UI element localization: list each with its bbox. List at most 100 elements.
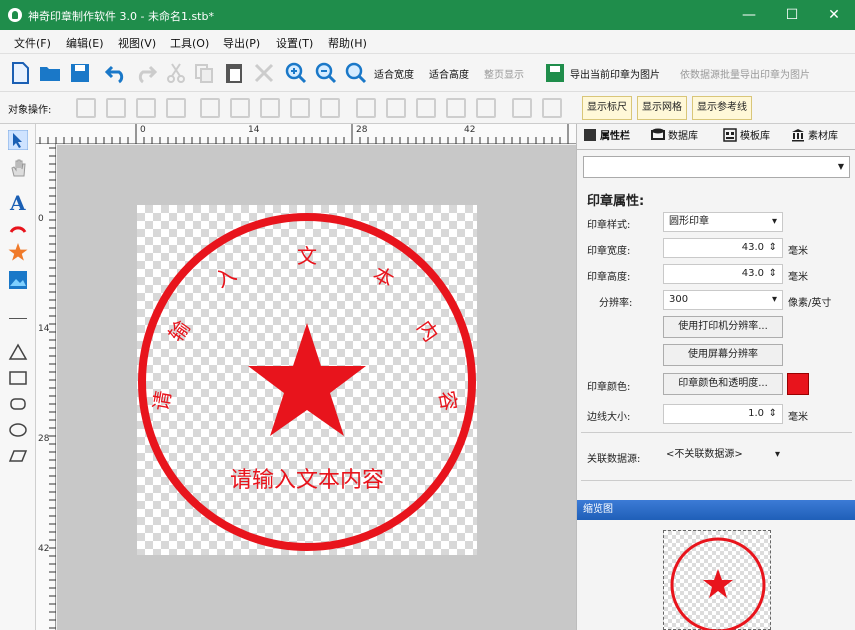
fit-height-button[interactable]: 适合高度 — [429, 66, 469, 81]
tab-materials[interactable]: 素材库 — [791, 127, 838, 147]
ruler-v-label: 28 — [38, 434, 50, 444]
show-guides-toggle[interactable]: 显示参考线 — [692, 96, 752, 120]
ruler-h-label: 0 — [140, 125, 146, 135]
triangle-tool-icon[interactable] — [8, 342, 28, 362]
star-tool-icon[interactable] — [8, 242, 28, 262]
thumbnail-preview — [663, 530, 771, 630]
align-center-icon[interactable] — [230, 98, 250, 118]
ruler-h-label: 14 — [248, 125, 260, 135]
bring-front-icon[interactable] — [136, 98, 156, 118]
center-v-icon[interactable] — [542, 98, 562, 118]
same-width-icon[interactable] — [446, 98, 466, 118]
export-image-icon[interactable] — [543, 61, 567, 85]
fit-width-button[interactable]: 适合宽度 — [374, 66, 414, 81]
copy-icon[interactable] — [192, 61, 216, 85]
text-tool-icon[interactable]: A — [8, 192, 28, 212]
height-input[interactable]: 43.0 ⇕ — [663, 264, 783, 284]
chevron-down-icon: ▾ — [774, 449, 780, 460]
menu-view[interactable]: 视图(V) — [118, 35, 156, 51]
full-page-button[interactable]: 整页显示 — [484, 66, 524, 81]
center-h-icon[interactable] — [512, 98, 532, 118]
distribute-h-icon[interactable] — [386, 98, 406, 118]
menu-export[interactable]: 导出(P) — [223, 35, 260, 51]
maximize-button[interactable]: ☐ — [771, 0, 813, 30]
undo-icon[interactable] — [104, 61, 128, 85]
menu-file[interactable]: 文件(F) — [14, 35, 51, 51]
height-value: 43.0 — [741, 268, 764, 279]
object-selector[interactable]: ▼ — [583, 156, 850, 178]
new-file-icon[interactable] — [8, 61, 32, 85]
send-back-icon[interactable] — [166, 98, 186, 118]
save-icon[interactable] — [68, 61, 92, 85]
menu-edit[interactable]: 编辑(E) — [66, 35, 104, 51]
redo-icon[interactable] — [134, 61, 158, 85]
delete-icon[interactable] — [252, 61, 276, 85]
datasource-value: <不关联数据源> — [666, 449, 743, 460]
ruler-v-label: 14 — [38, 324, 50, 334]
style-label: 印章样式: — [587, 220, 631, 231]
align-bottom-icon[interactable] — [356, 98, 376, 118]
menu-tools[interactable]: 工具(O) — [170, 35, 209, 51]
stamp-star-icon[interactable] — [248, 323, 366, 436]
menu-help[interactable]: 帮助(H) — [328, 35, 367, 51]
ellipse-tool-icon[interactable] — [8, 420, 28, 440]
spinner-icon[interactable]: ⇕ — [769, 265, 777, 283]
chevron-down-icon: ▾ — [771, 216, 777, 227]
export-image-button[interactable]: 导出当前印章为图片 — [570, 66, 660, 81]
align-top-icon[interactable] — [290, 98, 310, 118]
color-transparency-button[interactable]: 印章颜色和透明度... — [663, 373, 783, 395]
resolution-select[interactable]: 300 ▾ — [663, 290, 783, 310]
ruler-h-label: 28 — [356, 125, 368, 135]
tab-templates[interactable]: 模板库 — [723, 127, 770, 147]
tab-properties[interactable]: 属性栏 — [583, 127, 630, 147]
color-swatch[interactable] — [787, 373, 809, 395]
menu-bar: 文件(F) 编辑(E) 视图(V) 工具(O) 导出(P) 设置(T) 帮助(H… — [0, 30, 855, 54]
template-icon — [723, 128, 737, 142]
hand-pan-icon[interactable] — [8, 158, 28, 178]
menu-settings[interactable]: 设置(T) — [276, 35, 313, 51]
cut-icon[interactable] — [164, 61, 188, 85]
line-tool-icon[interactable] — [9, 318, 27, 319]
stamp-top-char: 入 — [211, 262, 240, 293]
minimize-button[interactable]: — — [728, 0, 770, 30]
rounded-rect-tool-icon[interactable] — [8, 394, 28, 414]
screen-resolution-button[interactable]: 使用屏幕分辨率 — [663, 344, 783, 366]
parallelogram-tool-icon[interactable] — [8, 446, 28, 466]
object-ops-label: 对象操作: — [8, 105, 52, 116]
spinner-icon[interactable]: ⇕ — [769, 239, 777, 257]
ungroup-icon[interactable] — [106, 98, 126, 118]
paste-icon[interactable] — [222, 61, 246, 85]
rectangle-tool-icon[interactable] — [8, 368, 28, 388]
distribute-v-icon[interactable] — [416, 98, 436, 118]
width-value: 43.0 — [741, 242, 764, 253]
tab-properties-label: 属性栏 — [600, 131, 630, 142]
stamp[interactable]: 请 输 入 文 本 内 容 请输入文本内容 — [137, 205, 477, 555]
open-folder-icon[interactable] — [38, 61, 62, 85]
style-select[interactable]: 圆形印章 ▾ — [663, 212, 783, 232]
spinner-icon[interactable]: ⇕ — [769, 405, 777, 423]
close-button[interactable]: ✕ — [813, 0, 855, 30]
divider — [581, 480, 852, 481]
batch-export-button[interactable]: 依数据源批量导出印章为图片 — [680, 66, 810, 81]
group-icon[interactable] — [76, 98, 96, 118]
zoom-in-icon[interactable] — [284, 61, 308, 85]
panel-tabs: 属性栏 数据库 模板库 素材库 — [577, 124, 855, 150]
select-arrow-icon[interactable] — [8, 130, 28, 150]
canvas-area[interactable]: 请 输 入 文 本 内 容 请输入文本内容 — [57, 145, 576, 630]
show-grid-toggle[interactable]: 显示网格 — [637, 96, 687, 120]
stamp-artboard[interactable]: 请 输 入 文 本 内 容 请输入文本内容 — [137, 205, 477, 555]
tab-database[interactable]: 数据库 — [651, 127, 698, 147]
datasource-select[interactable]: <不关联数据源> ▾ — [661, 446, 785, 466]
align-left-icon[interactable] — [200, 98, 220, 118]
show-ruler-toggle[interactable]: 显示标尺 — [582, 96, 632, 120]
border-input[interactable]: 1.0 ⇕ — [663, 404, 783, 424]
same-height-icon[interactable] — [476, 98, 496, 118]
image-tool-icon[interactable] — [8, 270, 28, 290]
printer-resolution-button[interactable]: 使用打印机分辨率... — [663, 316, 783, 338]
zoom-out-icon[interactable] — [314, 61, 338, 85]
width-input[interactable]: 43.0 ⇕ — [663, 238, 783, 258]
zoom-fit-icon[interactable] — [344, 61, 368, 85]
align-middle-icon[interactable] — [320, 98, 340, 118]
align-right-icon[interactable] — [260, 98, 280, 118]
arc-text-icon[interactable] — [8, 218, 28, 238]
